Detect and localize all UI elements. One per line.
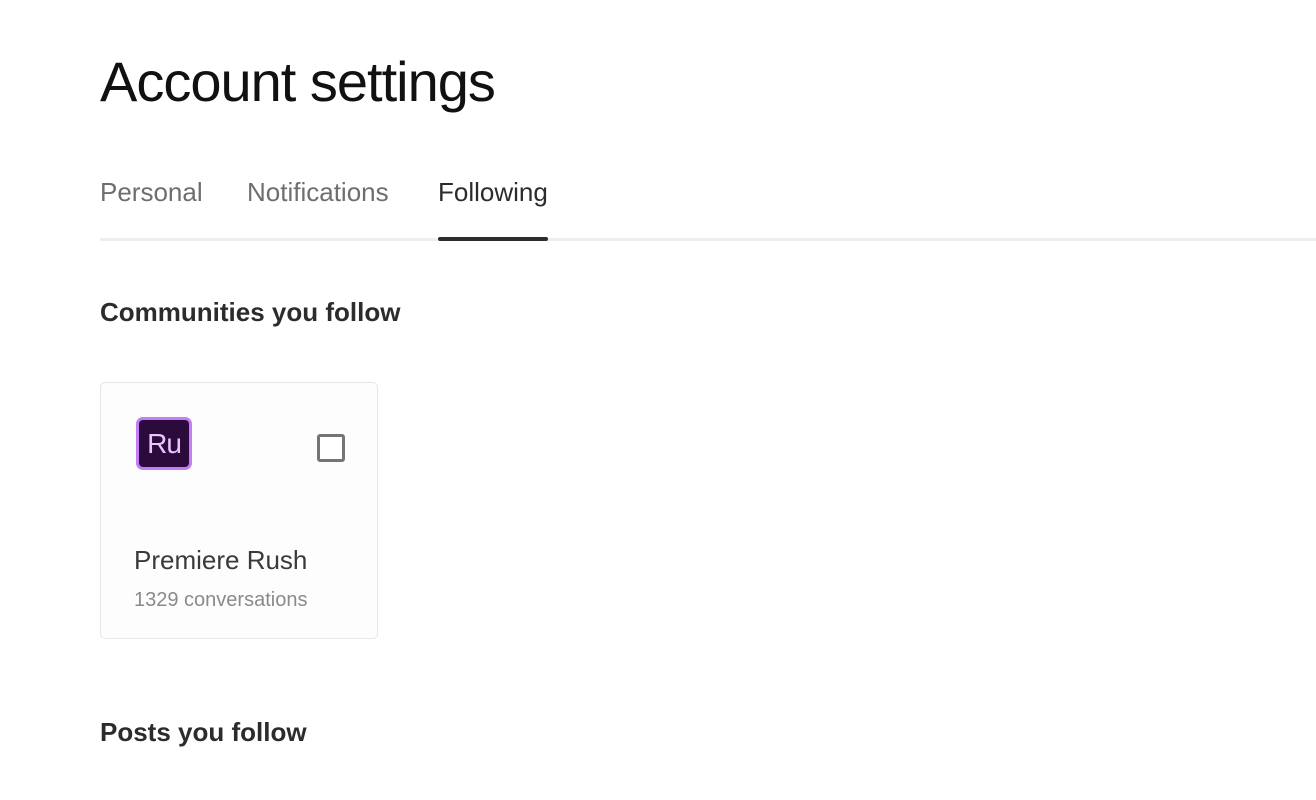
account-settings-page: Account settings Personal Notifications … <box>0 0 1316 800</box>
tab-personal[interactable]: Personal <box>100 170 203 214</box>
settings-tabs: Personal Notifications Following <box>100 170 1316 242</box>
communities-section-heading: Communities you follow <box>100 297 401 327</box>
tabs-divider <box>100 238 1316 241</box>
active-tab-indicator <box>438 237 548 241</box>
premiere-rush-icon: Ru <box>136 417 192 470</box>
page-title: Account settings <box>100 50 496 113</box>
community-conversation-count: 1329 conversations <box>134 589 308 611</box>
community-card[interactable]: Ru Premiere Rush 1329 conversations <box>100 382 378 639</box>
follow-checkbox[interactable] <box>317 434 345 462</box>
posts-section-heading: Posts you follow <box>100 717 307 747</box>
tab-following[interactable]: Following <box>438 170 548 214</box>
app-logo-text: Ru <box>147 427 182 459</box>
tab-notifications[interactable]: Notifications <box>247 170 389 214</box>
community-name: Premiere Rush <box>134 545 308 575</box>
